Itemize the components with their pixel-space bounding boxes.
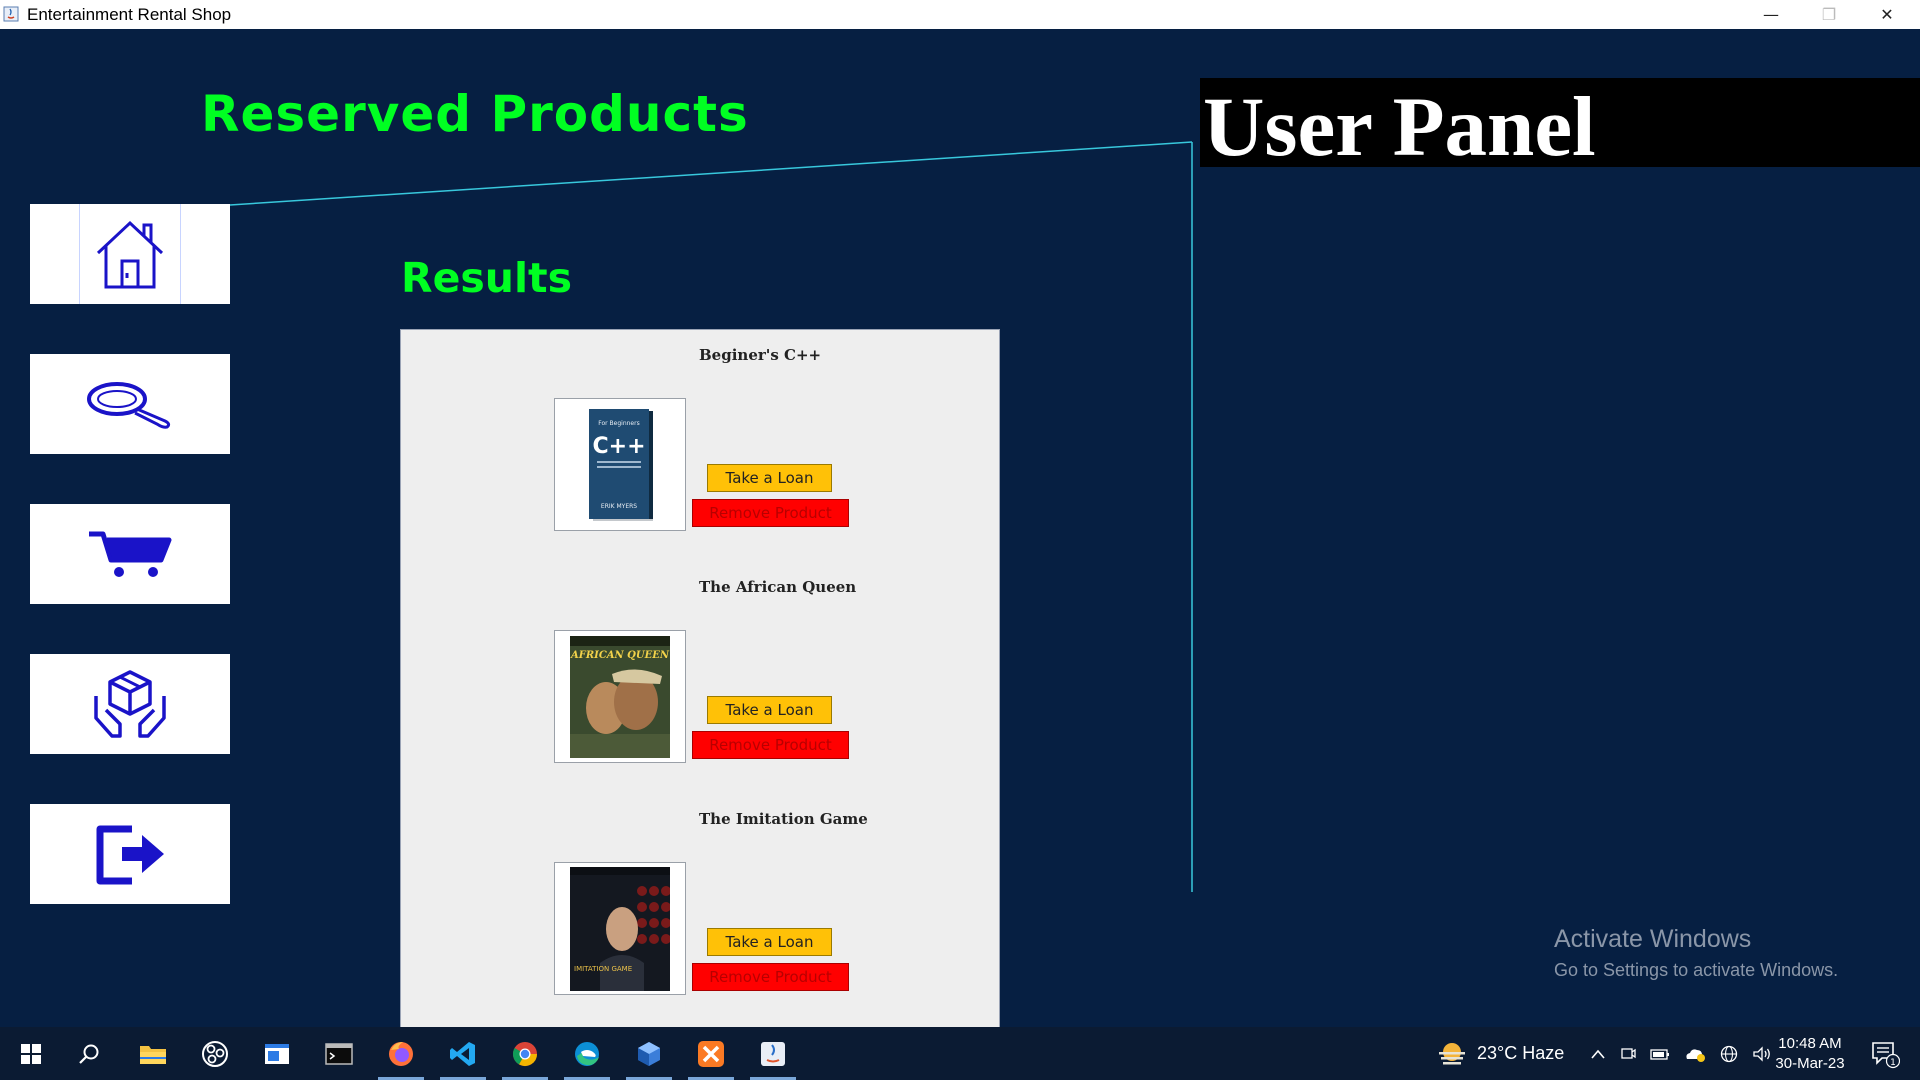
document-icon (265, 1043, 289, 1064)
home-icon (96, 220, 164, 289)
window-title: Entertainment Rental Shop (27, 5, 232, 24)
product-cover: AFRICAN QUEEN (554, 630, 686, 763)
svg-text:IMITATION GAME: IMITATION GAME (574, 965, 632, 973)
folder-icon (140, 1045, 166, 1064)
weather-text: 23°C Haze (1477, 1043, 1565, 1063)
vscode-button[interactable] (432, 1027, 494, 1080)
svg-text:ERIK MYERS: ERIK MYERS (601, 503, 637, 510)
product-title: Beginer's C++ (699, 346, 822, 364)
product-cover: For Beginners C++ ERIK MYERS (554, 398, 686, 531)
nav-logout-button[interactable] (30, 804, 230, 904)
firefox-icon (389, 1041, 413, 1066)
results-panel: Beginer's C++ For Beginners C++ ERIK MYE… (400, 329, 1000, 1029)
minimize-button[interactable]: — (1742, 0, 1800, 29)
nav-search-button[interactable] (30, 354, 230, 454)
clock-date: 30-Mar-23 (1775, 1055, 1845, 1072)
onedrive-warning-icon[interactable] (1684, 1046, 1706, 1062)
virtualbox-icon (638, 1041, 660, 1066)
java-app-taskbar-button[interactable] (742, 1027, 804, 1080)
maximize-button[interactable]: ❐ (1800, 0, 1858, 29)
file-explorer-button[interactable] (122, 1027, 184, 1080)
java-app-icon (3, 6, 19, 22)
java-icon (761, 1041, 785, 1066)
product-title: The African Queen (699, 578, 857, 596)
taskbar-clock[interactable]: 10:48 AM 30-Mar-23 (1760, 1034, 1860, 1074)
notification-center-button[interactable]: 1 (1870, 1039, 1901, 1073)
weather-haze-icon (1439, 1042, 1465, 1064)
taskbar: 23°C Haze 10:48 AM 30-Mar-23 1 (0, 1027, 1920, 1080)
watermark-line1: Activate Windows (1554, 925, 1752, 953)
remove-product-button[interactable]: Remove Product (692, 963, 849, 991)
obs-button[interactable] (184, 1027, 246, 1080)
box-hands-icon (94, 670, 166, 738)
svg-text:1: 1 (1890, 1058, 1896, 1068)
book-cover-cpp-image: For Beginners C++ ERIK MYERS (589, 408, 653, 521)
cart-icon (89, 531, 172, 577)
product-cover: IMITATION GAME (554, 862, 686, 995)
close-button[interactable]: ✕ (1858, 0, 1916, 29)
xampp-icon (698, 1040, 724, 1067)
chevron-up-icon[interactable] (1590, 1048, 1606, 1060)
taskbar-search-button[interactable] (58, 1027, 120, 1080)
network-globe-icon[interactable] (1720, 1045, 1738, 1063)
edge-icon (575, 1041, 599, 1066)
terminal-button[interactable] (308, 1027, 370, 1080)
movie-poster-imitation-game-image: IMITATION GAME (570, 866, 670, 991)
home-icon-frame (79, 204, 181, 304)
nav-cart-button[interactable] (30, 504, 230, 604)
vscode-icon (450, 1041, 475, 1066)
movie-poster-african-queen-image: AFRICAN QUEEN (570, 635, 670, 758)
take-loan-button[interactable]: Take a Loan (707, 464, 832, 492)
battery-icon[interactable] (1650, 1047, 1670, 1061)
edge-button[interactable] (556, 1027, 618, 1080)
xampp-button[interactable] (680, 1027, 742, 1080)
nav-products-button[interactable] (30, 654, 230, 754)
windows-logo-icon (21, 1043, 41, 1064)
take-loan-button[interactable]: Take a Loan (707, 696, 832, 724)
page-title: Reserved Products (201, 85, 749, 143)
activate-windows-watermark: Activate Windows Go to Settings to activ… (1554, 925, 1838, 981)
remove-product-button[interactable]: Remove Product (692, 731, 849, 759)
svg-text:AFRICAN QUEEN: AFRICAN QUEEN (570, 650, 670, 661)
remove-product-button[interactable]: Remove Product (692, 499, 849, 527)
app-window: Reserved Products User Panel Results Beg… (0, 29, 1920, 1029)
firefox-button[interactable] (370, 1027, 432, 1080)
nav-home-button[interactable] (30, 204, 230, 304)
notification-icon: 1 (1872, 1042, 1901, 1069)
take-loan-button[interactable]: Take a Loan (707, 928, 832, 956)
user-panel-title: User Panel (1203, 80, 1596, 174)
obs-icon (202, 1040, 228, 1067)
svg-text:C++: C++ (592, 434, 645, 459)
window-title-bar: Entertainment Rental Shop — ❐ ✕ (0, 0, 1920, 29)
svg-text:For Beginners: For Beginners (598, 420, 639, 427)
search-icon (79, 1044, 99, 1064)
chrome-button[interactable] (494, 1027, 556, 1080)
chrome-icon (512, 1041, 537, 1066)
notepad-button[interactable] (246, 1027, 308, 1080)
clock-time: 10:48 AM (1778, 1035, 1842, 1052)
watermark-line2: Go to Settings to activate Windows. (1554, 960, 1839, 980)
results-heading: Results (401, 254, 573, 302)
start-button[interactable] (0, 1027, 62, 1080)
search-icon (87, 382, 171, 429)
meet-now-icon[interactable] (1620, 1046, 1636, 1062)
product-title: The Imitation Game (699, 810, 868, 828)
weather-widget[interactable]: 23°C Haze (1437, 1027, 1564, 1080)
system-tray (1590, 1027, 1772, 1080)
logout-icon (96, 825, 164, 885)
terminal-icon (325, 1042, 353, 1065)
virtualbox-button[interactable] (618, 1027, 680, 1080)
